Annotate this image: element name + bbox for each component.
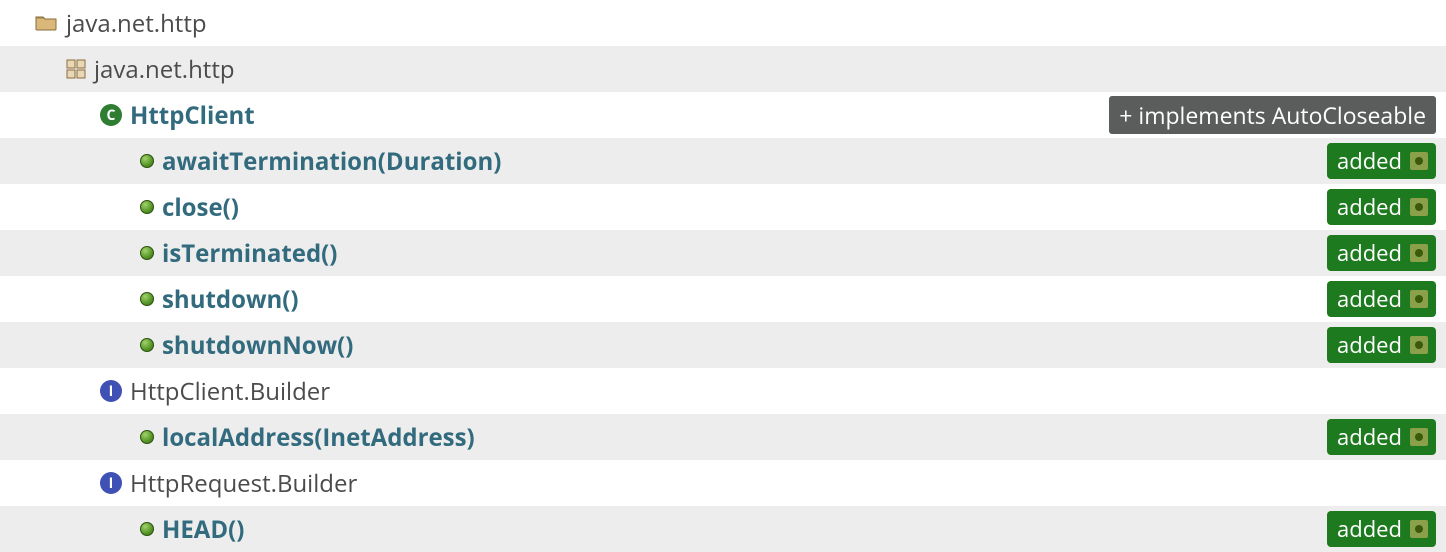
- method-row: shutdownNow() added: [0, 322, 1446, 368]
- class-name[interactable]: HttpClient: [130, 99, 255, 132]
- method-icon: [140, 292, 154, 306]
- implements-badge: + implements AutoCloseable: [1109, 96, 1436, 134]
- method-icon: [140, 200, 154, 214]
- module-row: java.net.http: [0, 0, 1446, 46]
- interface-row: I HttpClient.Builder: [0, 368, 1446, 414]
- added-badge: added: [1327, 235, 1436, 271]
- method-icon: [140, 246, 154, 260]
- method-name[interactable]: shutdown(): [162, 283, 299, 316]
- record-icon: [1410, 520, 1428, 538]
- interface-type-icon: I: [100, 380, 122, 402]
- record-icon: [1410, 336, 1428, 354]
- method-row: localAddress(InetAddress) added: [0, 414, 1446, 460]
- record-icon: [1410, 152, 1428, 170]
- method-row: close() added: [0, 184, 1446, 230]
- added-badge-label: added: [1337, 238, 1402, 268]
- record-icon: [1410, 428, 1428, 446]
- package-label: java.net.http: [94, 53, 235, 86]
- class-type-icon: C: [100, 104, 122, 126]
- method-icon: [140, 522, 154, 536]
- added-badge: added: [1327, 189, 1436, 225]
- method-name[interactable]: localAddress(InetAddress): [162, 421, 475, 454]
- method-icon: [140, 154, 154, 168]
- method-name[interactable]: HEAD(): [162, 513, 244, 546]
- interface-name: HttpClient.Builder: [130, 375, 330, 408]
- folder-icon: [34, 14, 58, 32]
- method-name[interactable]: awaitTermination(Duration): [162, 145, 501, 178]
- record-icon: [1410, 198, 1428, 216]
- added-badge-label: added: [1337, 514, 1402, 544]
- added-badge: added: [1327, 419, 1436, 455]
- module-label: java.net.http: [66, 7, 207, 40]
- interface-type-icon: I: [100, 472, 122, 494]
- method-name[interactable]: shutdownNow(): [162, 329, 353, 362]
- package-row: java.net.http: [0, 46, 1446, 92]
- method-name[interactable]: isTerminated(): [162, 237, 337, 270]
- added-badge: added: [1327, 143, 1436, 179]
- added-badge: added: [1327, 327, 1436, 363]
- added-badge-label: added: [1337, 330, 1402, 360]
- interface-row: I HttpRequest.Builder: [0, 460, 1446, 506]
- method-row: shutdown() added: [0, 276, 1446, 322]
- added-badge-label: added: [1337, 192, 1402, 222]
- method-name[interactable]: close(): [162, 191, 239, 224]
- added-badge-label: added: [1337, 146, 1402, 176]
- added-badge: added: [1327, 511, 1436, 547]
- record-icon: [1410, 290, 1428, 308]
- method-row: isTerminated() added: [0, 230, 1446, 276]
- interface-name: HttpRequest.Builder: [130, 467, 357, 500]
- added-badge-label: added: [1337, 422, 1402, 452]
- method-icon: [140, 338, 154, 352]
- class-row: C HttpClient + implements AutoCloseable: [0, 92, 1446, 138]
- record-icon: [1410, 244, 1428, 262]
- added-badge: added: [1327, 281, 1436, 317]
- method-row: HEAD() added: [0, 506, 1446, 552]
- method-icon: [140, 430, 154, 444]
- entries-container: C HttpClient + implements AutoCloseable awa…: [0, 92, 1446, 552]
- added-badge-label: added: [1337, 284, 1402, 314]
- method-row: awaitTermination(Duration) added: [0, 138, 1446, 184]
- package-icon: [66, 59, 86, 79]
